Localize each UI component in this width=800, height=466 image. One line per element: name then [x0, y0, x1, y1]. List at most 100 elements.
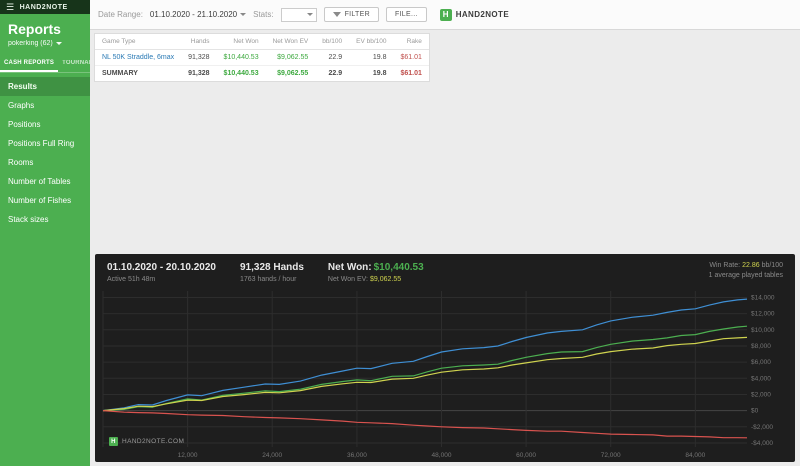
net-won-value: $10,440.53	[373, 262, 424, 273]
svg-text:$2,000: $2,000	[751, 392, 771, 399]
sidebar-item-positions-full-ring[interactable]: Positions Full Ring	[0, 134, 90, 153]
column-header-ev-bb-100[interactable]: EV bb/100	[349, 34, 394, 50]
table-cell: $61.01	[393, 49, 429, 66]
graph-winrate-block: Win Rate: 22.86 bb/100 1 average played t…	[709, 262, 783, 279]
column-header-game-type[interactable]: Game Type	[95, 34, 182, 50]
sidebar-item-graphs[interactable]: Graphs	[0, 96, 90, 115]
sidebar: ☰ HAND2NOTE Reports pokerking (62) CASH …	[0, 0, 111, 466]
column-header-net-won[interactable]: Net Won	[216, 34, 266, 50]
hand2note-logo-text: HAND2NOTE	[455, 10, 510, 19]
graph-header: 01.10.2020 - 20.10.2020 Active 51h 48m 9…	[95, 254, 795, 285]
results-table-body: NL 50K Straddle, 6max 91,328 $10,440.53 $9,…	[95, 49, 429, 82]
table-cell: SUMMARY	[102, 70, 138, 77]
date-range-label: Date Range:	[98, 10, 143, 19]
svg-text:12,000: 12,000	[178, 452, 198, 459]
svg-text:$12,000: $12,000	[751, 311, 775, 318]
win-rate-unit: bb/100	[761, 262, 783, 269]
hand2note-logo: H HAND2NOTE	[439, 8, 510, 21]
graph-body: -$4,000 -$2,000 $0 $2,000 $4,000 $6,000 $8,000…	[101, 287, 791, 460]
net-won-ev-value: $9,062.55	[370, 276, 402, 283]
avg-tables-info: 1 average played tables	[708, 272, 783, 279]
account-selector[interactable]: pokerking (62)	[8, 40, 82, 47]
svg-text:84,000: 84,000	[685, 452, 705, 459]
toolbar: Date Range: 01.10.2020 - 21.10.2020 Stat…	[90, 0, 800, 30]
sidebar-nav: Results Graphs Positions Positions Full Rin…	[0, 77, 90, 229]
graph-panel: 01.10.2020 - 20.10.2020 Active 51h 48m 9…	[95, 254, 795, 462]
win-rate-label: Win Rate:	[709, 262, 741, 269]
table-cell: NL 50K Straddle, 6max	[95, 49, 182, 66]
svg-text:24,000: 24,000	[262, 452, 282, 459]
chevron-down-icon	[306, 13, 313, 16]
date-range-value: 01.10.2020 - 21.10.2020	[149, 10, 238, 19]
watermark-text: HAND2NOTE.COM	[122, 438, 185, 445]
stats-label: Stats:	[253, 10, 274, 19]
sidebar-item-rooms[interactable]: Rooms	[0, 153, 90, 172]
top-brand-bar: ☰ HAND2NOTE	[0, 0, 90, 14]
filter-funnel-icon	[332, 12, 341, 17]
sidebar-item-positions[interactable]: Positions	[0, 115, 90, 134]
table-cell: $10,440.53	[223, 70, 259, 77]
reports-header: Reports pokerking (62)	[0, 14, 90, 49]
chevron-down-icon	[240, 13, 247, 16]
sidebar-item-number-of-tables[interactable]: Number of Tables	[0, 172, 90, 191]
file-button-label: FILE...	[394, 11, 418, 18]
column-header-hands[interactable]: Hands	[181, 34, 217, 50]
header-row: Game Type Hands Net Won Net Won EV bb/100 EV …	[95, 34, 429, 50]
sidebar-tabs: CASH REPORTS TOURNAMENTS	[0, 56, 111, 73]
svg-text:72,000: 72,000	[601, 452, 621, 459]
sidebar-tab-cash-reports[interactable]: CASH REPORTS	[0, 56, 59, 72]
svg-text:48,000: 48,000	[432, 452, 452, 459]
table-cell: $61.01	[400, 70, 422, 77]
table-cell: $9,062.55	[265, 49, 316, 66]
file-button[interactable]: FILE...	[385, 7, 427, 22]
svg-text:$0: $0	[751, 408, 759, 415]
table-cell: $9,062.55	[277, 70, 309, 77]
filter-button-label: FILTER	[344, 11, 370, 18]
win-rate-value: 22.86	[742, 262, 760, 269]
column-header-bb-100[interactable]: bb/100	[315, 34, 350, 50]
filter-button[interactable]: FILTER	[323, 7, 379, 22]
table-cell: 91,328	[181, 49, 217, 66]
svg-text:$10,000: $10,000	[751, 327, 775, 334]
graph-hands-per-hour: 1763 hands / hour	[239, 276, 297, 283]
column-header-net-won-ev[interactable]: Net Won EV	[265, 34, 316, 50]
sidebar-item-stack-sizes[interactable]: Stack sizes	[0, 210, 90, 229]
results-table: Game Type Hands Net Won Net Won EV bb/100 EV …	[95, 34, 429, 81]
table-cell: 91,328	[188, 70, 210, 77]
brand-name: HAND2NOTE	[19, 3, 68, 11]
column-header-rake[interactable]: Rake	[393, 34, 429, 50]
results-table-head: Game Type Hands Net Won Net Won EV bb/100 EV …	[95, 34, 429, 50]
main-area: Date Range: 01.10.2020 - 21.10.2020 Stat…	[90, 0, 800, 466]
graph-daterange-block: 01.10.2020 - 20.10.2020 Active 51h 48m	[107, 262, 216, 283]
table-row[interactable]: SUMMARY 91,328 $10,440.53 $9,062.55 22.9 19.8…	[95, 66, 429, 82]
net-won-ev-label: Net Won EV:	[327, 276, 368, 283]
table-cell: $10,440.53	[216, 49, 266, 66]
graph-date-range: 01.10.2020 - 20.10.2020	[107, 262, 216, 273]
sidebar-item-number-of-fishes[interactable]: Number of Fishes	[0, 191, 90, 210]
hamburger-menu-icon[interactable]: ☰	[6, 2, 15, 12]
table-cell: 22.9	[328, 70, 343, 77]
table-cell: 19.8	[349, 49, 394, 66]
chevron-down-icon	[55, 42, 62, 45]
svg-text:$8,000: $8,000	[751, 343, 771, 350]
net-won-label: Net Won:	[327, 262, 372, 273]
content-area: Game Type Hands Net Won Net Won EV bb/100 EV …	[90, 30, 800, 466]
table-cell: 19.8	[372, 70, 387, 77]
svg-text:$6,000: $6,000	[751, 359, 771, 366]
graph-hands-count: 91,328 Hands	[239, 262, 304, 273]
stats-dropdown[interactable]	[280, 7, 317, 22]
sidebar-item-results[interactable]: Results	[0, 77, 90, 96]
date-range-dropdown[interactable]: 01.10.2020 - 21.10.2020	[149, 10, 247, 19]
svg-text:$14,000: $14,000	[751, 295, 775, 302]
table-row[interactable]: NL 50K Straddle, 6max 91,328 $10,440.53 $9,…	[95, 49, 429, 66]
app-window: ☰ HAND2NOTE Reports pokerking (62) CASH …	[0, 0, 800, 466]
svg-text:$4,000: $4,000	[751, 375, 771, 382]
account-name: pokerking (62)	[8, 40, 53, 47]
table-cell: 22.9	[315, 49, 350, 66]
svg-text:-$2,000: -$2,000	[751, 424, 773, 431]
graph-networth-block: Net Won: $10,440.53 Net Won EV: $9,062.55	[328, 262, 424, 283]
watermark: H HAND2NOTE.COM	[109, 437, 184, 446]
svg-text:36,000: 36,000	[347, 452, 367, 459]
page-title: Reports	[8, 21, 61, 37]
hand2note-watermark-icon: H	[109, 437, 118, 446]
